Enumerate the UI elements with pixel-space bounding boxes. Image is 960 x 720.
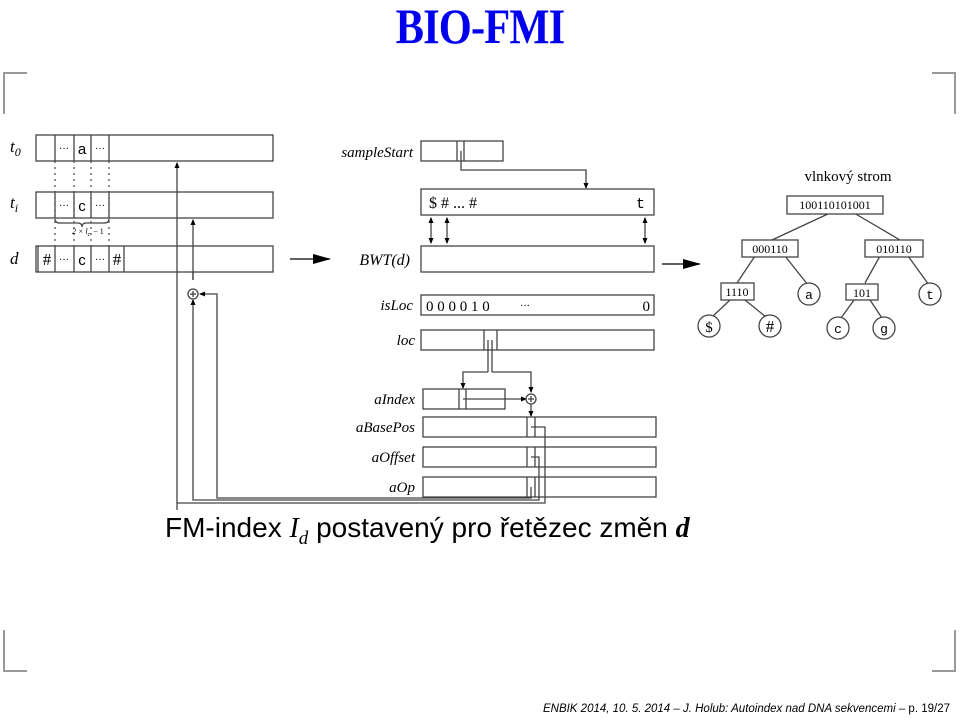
string-t0 xyxy=(35,134,274,162)
d-cell-c: c xyxy=(78,252,86,269)
t0-cell-ellipsis: ··· xyxy=(59,144,69,155)
basepos-feedback-line xyxy=(177,426,546,504)
aoffset-label: aOffset xyxy=(372,450,416,466)
d-cell-ellipsis: ··· xyxy=(59,255,69,266)
isloc-label: isLoc xyxy=(380,298,413,314)
bwt-sampled-right-text: t xyxy=(636,196,645,213)
t0-cell-ellipsis-2: ··· xyxy=(95,144,105,155)
tree-left-left-bits: 1110 xyxy=(725,285,748,299)
samplestart-label: sampleStart xyxy=(341,145,414,161)
string-ti xyxy=(35,191,274,219)
leaf-t-label: t xyxy=(926,288,934,303)
leaf-a-label: a xyxy=(805,288,813,303)
bwt-label: BWT(d) xyxy=(359,252,410,269)
tree-left-bits: 000110 xyxy=(752,242,788,256)
brace-label: 2 × lc − 1 xyxy=(72,227,104,238)
d-label: d xyxy=(10,249,19,268)
slide-footer: ENBIK 2014, 10. 5. 2014 – J. Holub: Auto… xyxy=(542,703,950,715)
leaf-c-label: c xyxy=(834,322,842,337)
string-d xyxy=(35,245,274,273)
tree-right-bits: 010110 xyxy=(876,242,912,256)
leaf-dollar-label: $ xyxy=(705,320,713,336)
slide-caption: FM-index Id postavený pro řetězec změn d xyxy=(165,512,690,549)
t0-label: t0 xyxy=(10,137,21,159)
loc-array xyxy=(420,329,655,393)
aop-label: aOp xyxy=(389,480,415,496)
isloc-bits: 0 0 0 0 1 0 xyxy=(426,299,490,315)
aindex-array xyxy=(422,388,527,410)
tree-root-bits: 100110101001 xyxy=(799,198,871,212)
isloc-ellipsis: ··· xyxy=(520,301,530,312)
abasepos-label: aBasePos xyxy=(356,420,415,436)
d-cell-hash: # xyxy=(43,250,52,269)
ti-cell-ellipsis: ··· xyxy=(59,201,69,212)
isloc-last-bit: 0 xyxy=(643,299,651,315)
ti-cell-ellipsis-2: ··· xyxy=(95,201,105,212)
ti-cell-c: c xyxy=(78,198,86,215)
ti-label: ti xyxy=(10,193,18,215)
d-cell-ellipsis-2: ··· xyxy=(95,255,105,266)
bwt-sampled-left-text: $ # ... # xyxy=(429,195,477,212)
fm-index-diagram: t0 ti d ··· a ··· ··· c ··· # ··· c ··· … xyxy=(10,134,942,510)
t0-cell-a: a xyxy=(78,141,87,158)
samplestart-array xyxy=(420,140,589,189)
loc-label: loc xyxy=(397,333,416,349)
tree-right-left-bits: 101 xyxy=(853,286,871,300)
page-number: p. 19/27 xyxy=(908,703,950,715)
leaf-g-label: g xyxy=(880,322,888,337)
d-cell-hash-2: # xyxy=(113,250,122,269)
wavelet-tree xyxy=(697,195,942,340)
bwt-array xyxy=(420,245,655,273)
wavelet-tree-title: vlnkový strom xyxy=(804,169,891,185)
aindex-label: aIndex xyxy=(374,392,415,408)
leaf-hash-label: # xyxy=(766,317,775,336)
length-brace xyxy=(54,218,110,228)
